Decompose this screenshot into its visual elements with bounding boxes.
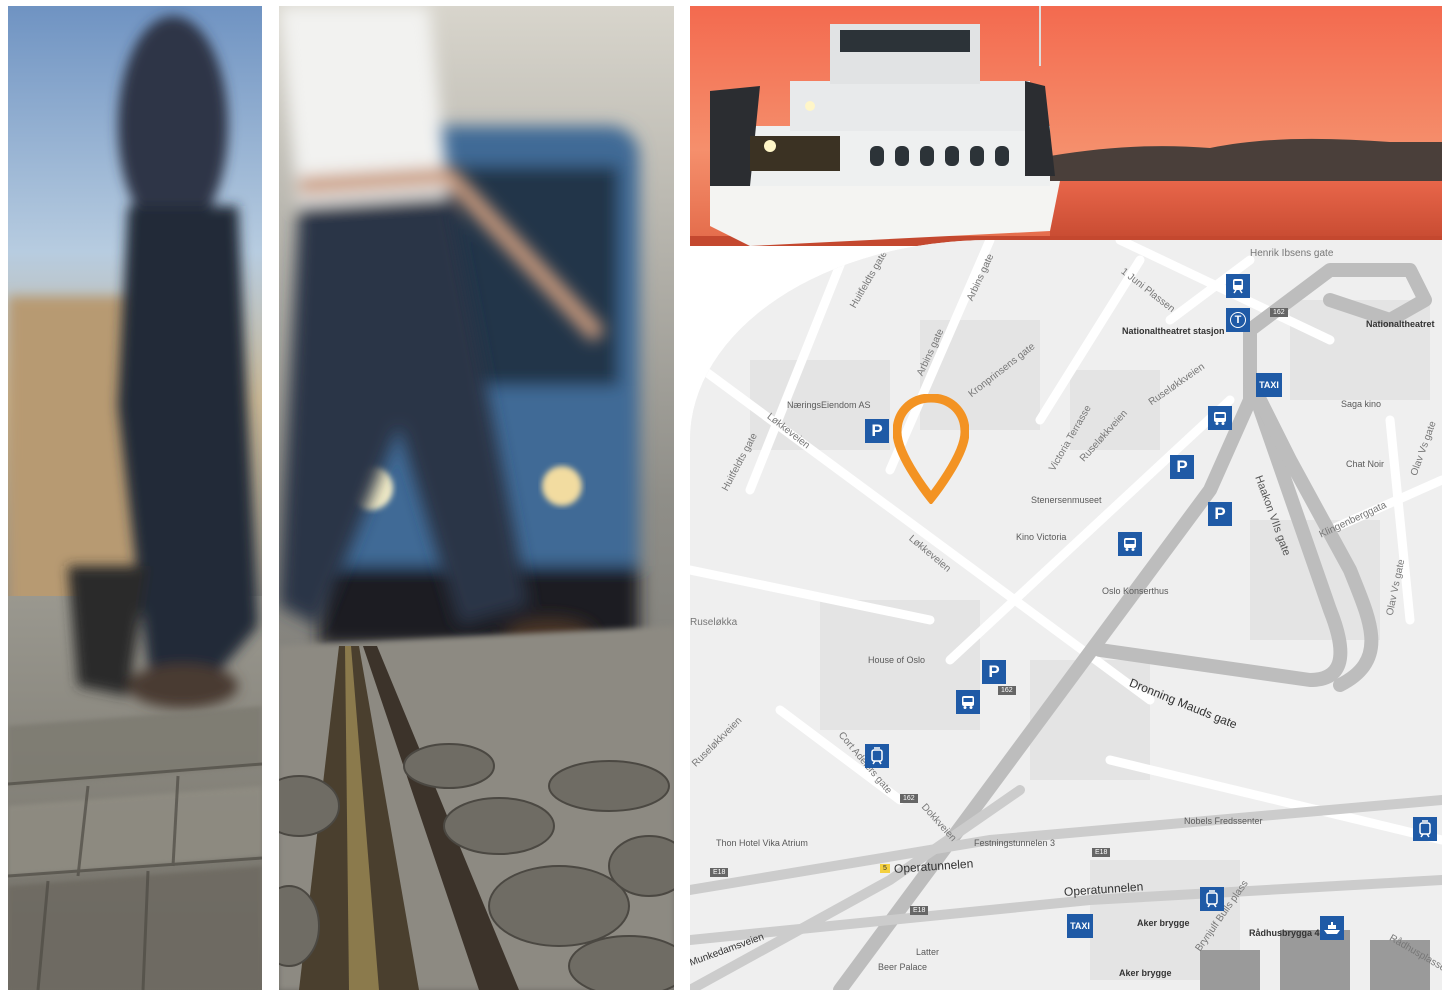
train-icon[interactable] bbox=[1226, 274, 1250, 298]
tram-icon[interactable] bbox=[1200, 887, 1224, 911]
bus-icon[interactable] bbox=[1208, 406, 1232, 430]
road-label: Ruseløkka bbox=[690, 617, 738, 628]
bus-icon[interactable] bbox=[1118, 532, 1142, 556]
parking-icon[interactable]: P bbox=[865, 419, 889, 443]
place-label: Latter bbox=[916, 947, 940, 957]
tram-icon[interactable] bbox=[1413, 817, 1437, 841]
parking-icon[interactable]: P bbox=[1208, 502, 1232, 526]
place-label: Rådhusbrygga 4 bbox=[1249, 928, 1320, 938]
route-shield: 5 bbox=[880, 864, 890, 873]
metro-letter: T bbox=[1230, 312, 1246, 328]
place-label: Nobels Fredssenter bbox=[1184, 816, 1263, 826]
route-shield: E18 bbox=[910, 906, 929, 915]
place-label: Nationaltheatret bbox=[1366, 319, 1435, 329]
map-panel[interactable]: Henrik Ibsens gate Huitfeldts gate Arbin… bbox=[690, 240, 1442, 990]
route-shield: E18 bbox=[1092, 848, 1111, 857]
route-shield: 162 bbox=[900, 794, 918, 803]
tram-icon[interactable] bbox=[865, 744, 889, 768]
place-label: Stenersenmuseet bbox=[1031, 495, 1102, 505]
pedestrians-photo bbox=[8, 6, 262, 990]
tram-photo bbox=[279, 6, 674, 990]
road-label: Henrik Ibsens gate bbox=[1250, 248, 1334, 259]
route-shield: 162 bbox=[1270, 308, 1288, 317]
place-label: Aker brygge bbox=[1119, 968, 1172, 978]
place-label: Aker brygge bbox=[1137, 918, 1190, 928]
parking-icon[interactable]: P bbox=[1170, 455, 1194, 479]
place-label: Nationaltheatret stasjon bbox=[1122, 326, 1225, 336]
place-label: Kino Victoria bbox=[1016, 532, 1067, 542]
taxi-icon[interactable]: TAXI bbox=[1256, 373, 1282, 397]
ferry-icon[interactable] bbox=[1320, 916, 1344, 940]
place-label: Oslo Konserthus bbox=[1102, 586, 1169, 596]
bus-icon[interactable] bbox=[956, 690, 980, 714]
place-label: House of Oslo bbox=[868, 655, 926, 665]
place-label: Festningstunnelen 3 bbox=[974, 838, 1056, 848]
place-label: Beer Palace bbox=[878, 962, 928, 972]
route-shield: 162 bbox=[998, 686, 1016, 695]
route-shield: E18 bbox=[710, 868, 729, 877]
parking-icon[interactable]: P bbox=[982, 660, 1006, 684]
place-label: Thon Hotel Vika Atrium bbox=[716, 838, 808, 848]
place-label: NæringsEiendom AS bbox=[787, 400, 871, 410]
metro-icon[interactable]: T bbox=[1226, 308, 1250, 332]
place-label: Chat Noir bbox=[1346, 459, 1385, 469]
taxi-icon[interactable]: TAXI bbox=[1067, 914, 1093, 938]
location-pin-icon[interactable] bbox=[893, 394, 969, 504]
place-label: Saga kino bbox=[1341, 399, 1382, 409]
ferry-photo bbox=[690, 6, 1442, 246]
